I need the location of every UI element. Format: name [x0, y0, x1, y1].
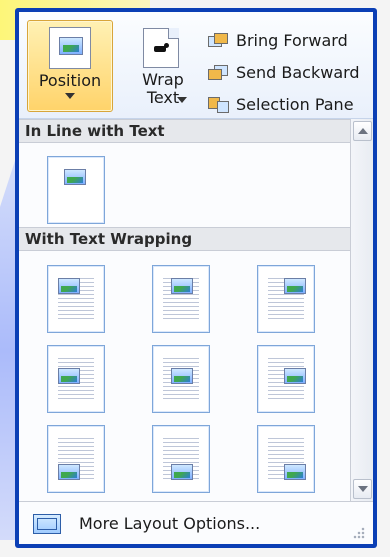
resize-grip-icon[interactable] [353, 525, 367, 539]
more-layout-options-label: More Layout Options... [79, 514, 261, 533]
position-icon [49, 27, 91, 69]
position-dropdown: In Line with Text With Text Wrapping Mor… [19, 118, 373, 544]
wrap-text-button[interactable]: Wrap Text [120, 20, 206, 112]
picture-icon [171, 368, 193, 384]
position-option-top-center[interactable] [152, 265, 210, 333]
picture-icon [58, 368, 80, 384]
position-option-bottom-left[interactable] [47, 425, 105, 493]
send-backward-label: Send Backward [236, 62, 360, 82]
bring-forward-label: Bring Forward [236, 30, 348, 50]
wrap-label-line1: Wrap [142, 70, 184, 89]
send-backward-icon [206, 63, 228, 81]
wrap-text-icon [143, 28, 179, 68]
position-option-top-right[interactable] [257, 265, 315, 333]
vertical-scrollbar[interactable] [350, 119, 373, 501]
position-option-bottom-center[interactable] [152, 425, 210, 493]
send-backward-button[interactable]: Send Backward [206, 56, 373, 88]
position-option-middle-right[interactable] [257, 345, 315, 413]
bring-forward-icon [206, 31, 228, 49]
picture-icon [284, 368, 306, 384]
scroll-down-button[interactable] [353, 479, 372, 499]
ribbon: Position Wrap Text Bring Forward Send Ba… [19, 12, 373, 119]
position-label: Position [38, 71, 102, 90]
dropdown-caret-icon [65, 93, 75, 99]
picture-icon [171, 278, 193, 294]
chevron-down-icon [357, 486, 368, 492]
chevron-up-icon [357, 128, 368, 134]
position-option-middle-center[interactable] [152, 345, 210, 413]
bring-forward-button[interactable]: Bring Forward [206, 24, 373, 56]
position-option-inline[interactable] [47, 156, 105, 224]
picture-icon [58, 278, 80, 294]
position-option-top-left[interactable] [47, 265, 105, 333]
wrap-text-label: Wrap Text [121, 71, 205, 107]
picture-icon [171, 464, 193, 480]
selection-pane-button[interactable]: Selection Pane [206, 88, 373, 120]
position-button[interactable]: Position [27, 20, 113, 112]
dropdown-caret-icon [177, 97, 187, 103]
picture-icon [64, 169, 86, 185]
wrap-label-line2: Text [146, 88, 180, 107]
arrange-commands: Bring Forward Send Backward Selection Pa… [206, 24, 373, 120]
position-panel: Position Wrap Text Bring Forward Send Ba… [19, 12, 373, 544]
selection-pane-icon [206, 95, 229, 113]
section-header: With Text Wrapping [19, 227, 351, 251]
dog-icon [154, 43, 169, 53]
position-option-middle-left[interactable] [47, 345, 105, 413]
position-option-bottom-right[interactable] [257, 425, 315, 493]
picture-icon [58, 464, 80, 480]
layout-options-icon [33, 513, 61, 534]
picture-icon [284, 464, 306, 480]
scroll-up-button[interactable] [353, 121, 372, 141]
picture-icon [59, 37, 83, 55]
more-layout-options-row[interactable]: More Layout Options... [19, 501, 373, 544]
selection-pane-label: Selection Pane [236, 94, 354, 114]
picture-icon [284, 278, 306, 294]
section-header: In Line with Text [19, 119, 351, 143]
